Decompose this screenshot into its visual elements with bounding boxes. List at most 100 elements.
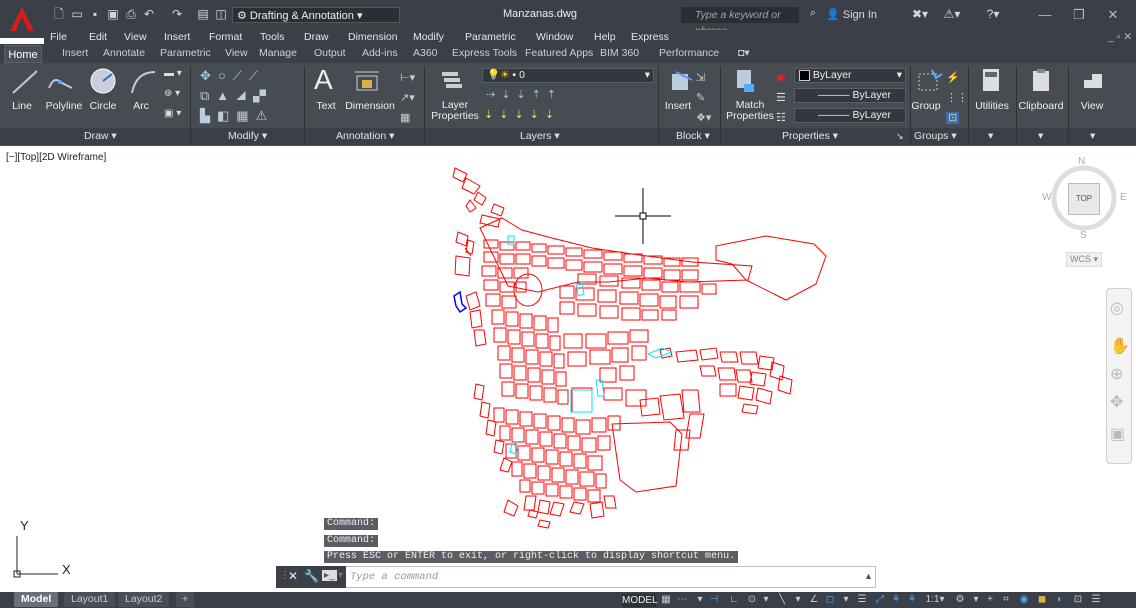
workspace-menu-icon[interactable]: ▾	[970, 594, 982, 606]
annotation-scale-dropdown[interactable]: 1:1▾	[922, 594, 948, 606]
tab-parametric[interactable]: Parametric	[160, 47, 211, 60]
tab-performance[interactable]: Performance	[659, 47, 719, 60]
menu-draw[interactable]: Draw	[304, 31, 329, 43]
showmotion-icon[interactable]: ▣	[1110, 424, 1125, 444]
layer-dropdown[interactable]: 💡☀ ▪ 0 ▾	[482, 68, 654, 83]
view-label[interactable]: View	[1072, 100, 1112, 112]
polar-tracking-icon[interactable]: ⊙	[746, 594, 758, 606]
isometric-menu-icon[interactable]: ▾	[792, 594, 804, 606]
selection-cycling-icon[interactable]: ⤢	[874, 594, 886, 606]
object-snap-menu-icon[interactable]: ▾	[840, 594, 852, 606]
menu-view[interactable]: View	[124, 31, 147, 43]
properties-panel-title[interactable]: Properties ▾	[782, 130, 838, 143]
hatch-icon[interactable]: ⊛ ▾	[164, 88, 180, 99]
new-file-icon[interactable]: 🗋	[52, 7, 66, 21]
layer-properties-icon[interactable]	[440, 68, 464, 92]
block-tools-icons[interactable]: ⇲ ✎ ❖▾	[696, 68, 711, 128]
menu-format[interactable]: Format	[209, 31, 242, 43]
command-input[interactable]: Type a command	[350, 571, 438, 583]
match-properties-label[interactable]: Match Properties	[724, 100, 776, 122]
circle-label[interactable]: Circle	[86, 100, 120, 112]
layout-tab-model[interactable]: Model	[14, 592, 59, 607]
tab-express-tools[interactable]: Express Tools	[452, 47, 517, 60]
arc-label[interactable]: Arc	[126, 100, 156, 112]
menu-express[interactable]: Express	[631, 31, 669, 43]
groups-panel-title[interactable]: Groups ▾	[914, 130, 957, 143]
linetype-dropdown[interactable]: ——— ByLayer	[794, 88, 906, 103]
wcs-menu[interactable]: WCS ▾	[1066, 252, 1102, 267]
circle-icon[interactable]	[88, 66, 118, 96]
quick-properties-icon[interactable]: ◉	[1018, 594, 1030, 606]
help-icon[interactable]: ?▾	[982, 7, 1004, 21]
polyline-label[interactable]: Polyline	[42, 100, 86, 112]
modify-panel-title[interactable]: Modify ▾	[228, 130, 267, 143]
clean-screen-icon[interactable]: ⊡	[1072, 594, 1084, 606]
tab-add-ins[interactable]: Add-ins	[362, 47, 398, 60]
binoculars-icon[interactable]: ⌕	[810, 7, 816, 20]
annotation-visibility-icon[interactable]: ⚘	[890, 594, 902, 606]
group-icon[interactable]	[916, 68, 944, 96]
command-prompt-icon[interactable]: ▸_	[322, 570, 337, 581]
menu-modify[interactable]: Modify	[413, 31, 444, 43]
dimension-label[interactable]: Dimension	[342, 100, 398, 112]
menu-window[interactable]: Window	[536, 31, 573, 43]
workspace-dropdown[interactable]: ⚙ Drafting & Annotation ▾	[232, 7, 400, 23]
plot-icon[interactable]: ⎙	[124, 7, 138, 21]
tab-home[interactable]: Home	[4, 45, 42, 63]
tab-annotate[interactable]: Annotate	[103, 47, 145, 60]
steering-wheel-icon[interactable]: ◎	[1110, 298, 1124, 318]
draw-panel-title[interactable]: Draw ▾	[84, 130, 117, 143]
line-label[interactable]: Line	[4, 100, 40, 112]
customize-status-bar-icon[interactable]: ☰	[1090, 594, 1102, 606]
units-icon[interactable]: ⌗	[1000, 594, 1012, 606]
tab-insert[interactable]: Insert	[62, 47, 88, 60]
viewcube[interactable]: N S W E TOP	[1036, 154, 1132, 250]
properties-launcher-icon[interactable]: ↘	[896, 130, 904, 143]
application-menu-button[interactable]	[0, 0, 44, 38]
tab-output[interactable]: Output	[314, 47, 346, 60]
object-snap-icon[interactable]: ◻	[824, 594, 836, 606]
menu-help[interactable]: Help	[594, 31, 616, 43]
match-properties-icon[interactable]	[734, 68, 758, 96]
menu-dimension[interactable]: Dimension	[348, 31, 398, 43]
minimize-icon[interactable]: —	[1030, 6, 1060, 24]
recent-commands-icon[interactable]: ▾	[338, 570, 343, 581]
share-icon[interactable]: ▤	[196, 7, 210, 21]
menu-insert[interactable]: Insert	[164, 31, 190, 43]
clipboard-panel-title[interactable]: ▾	[1038, 130, 1043, 143]
line-icon[interactable]	[10, 68, 40, 96]
pan-icon[interactable]: ✋	[1110, 336, 1130, 356]
dimension-icon[interactable]	[352, 68, 382, 96]
menu-edit[interactable]: Edit	[89, 31, 107, 43]
polyline-icon[interactable]	[46, 68, 76, 96]
tab-bim-360[interactable]: BIM 360	[600, 47, 639, 60]
annotation-panel-title[interactable]: Annotation ▾	[336, 130, 394, 143]
text-label[interactable]: Text	[312, 100, 340, 112]
workspace-switch-icon[interactable]: ⚙	[954, 594, 966, 606]
doc-window-controls-icon[interactable]: _ ▫ ✕	[1108, 31, 1132, 43]
tab-manage[interactable]: Manage	[259, 47, 297, 60]
utilities-panel-title[interactable]: ▾	[988, 130, 993, 143]
help-search-input[interactable]: Type a keyword or phrase	[681, 7, 799, 37]
view-panel-title[interactable]: ▾	[1090, 130, 1095, 143]
layer-tools-row2-icons[interactable]: ⇣⇣⇣⇣⇣	[484, 108, 560, 121]
snap-menu-icon[interactable]: ▾	[694, 594, 706, 606]
leader-table-icons[interactable]: ⊢▾ ↗▾ ▦	[400, 68, 415, 128]
menu-parametric[interactable]: Parametric	[465, 31, 516, 43]
utilities-label[interactable]: Utilities	[970, 100, 1014, 112]
layout-tab-layout2[interactable]: Layout2	[118, 592, 170, 607]
insert-label[interactable]: Insert	[662, 100, 694, 112]
tab-a360[interactable]: A360	[413, 47, 438, 60]
text-icon[interactable]: A	[314, 64, 333, 96]
polar-menu-icon[interactable]: ▾	[760, 594, 772, 606]
insert-block-icon[interactable]	[668, 68, 696, 96]
ribbon-options-icon[interactable]: ◘▾	[738, 47, 750, 60]
ortho-icon[interactable]: ∟	[728, 594, 740, 606]
command-history-toggle-icon[interactable]: ▲	[864, 571, 873, 581]
save-icon[interactable]: ▪	[88, 7, 102, 21]
restore-icon[interactable]: ❐	[1064, 6, 1094, 24]
sign-in-button[interactable]: 👤 Sign In	[826, 8, 877, 21]
undo-icon[interactable]: ↶	[142, 7, 156, 21]
clipboard-label[interactable]: Clipboard	[1016, 100, 1066, 112]
save-as-icon[interactable]: ▣	[106, 7, 120, 21]
